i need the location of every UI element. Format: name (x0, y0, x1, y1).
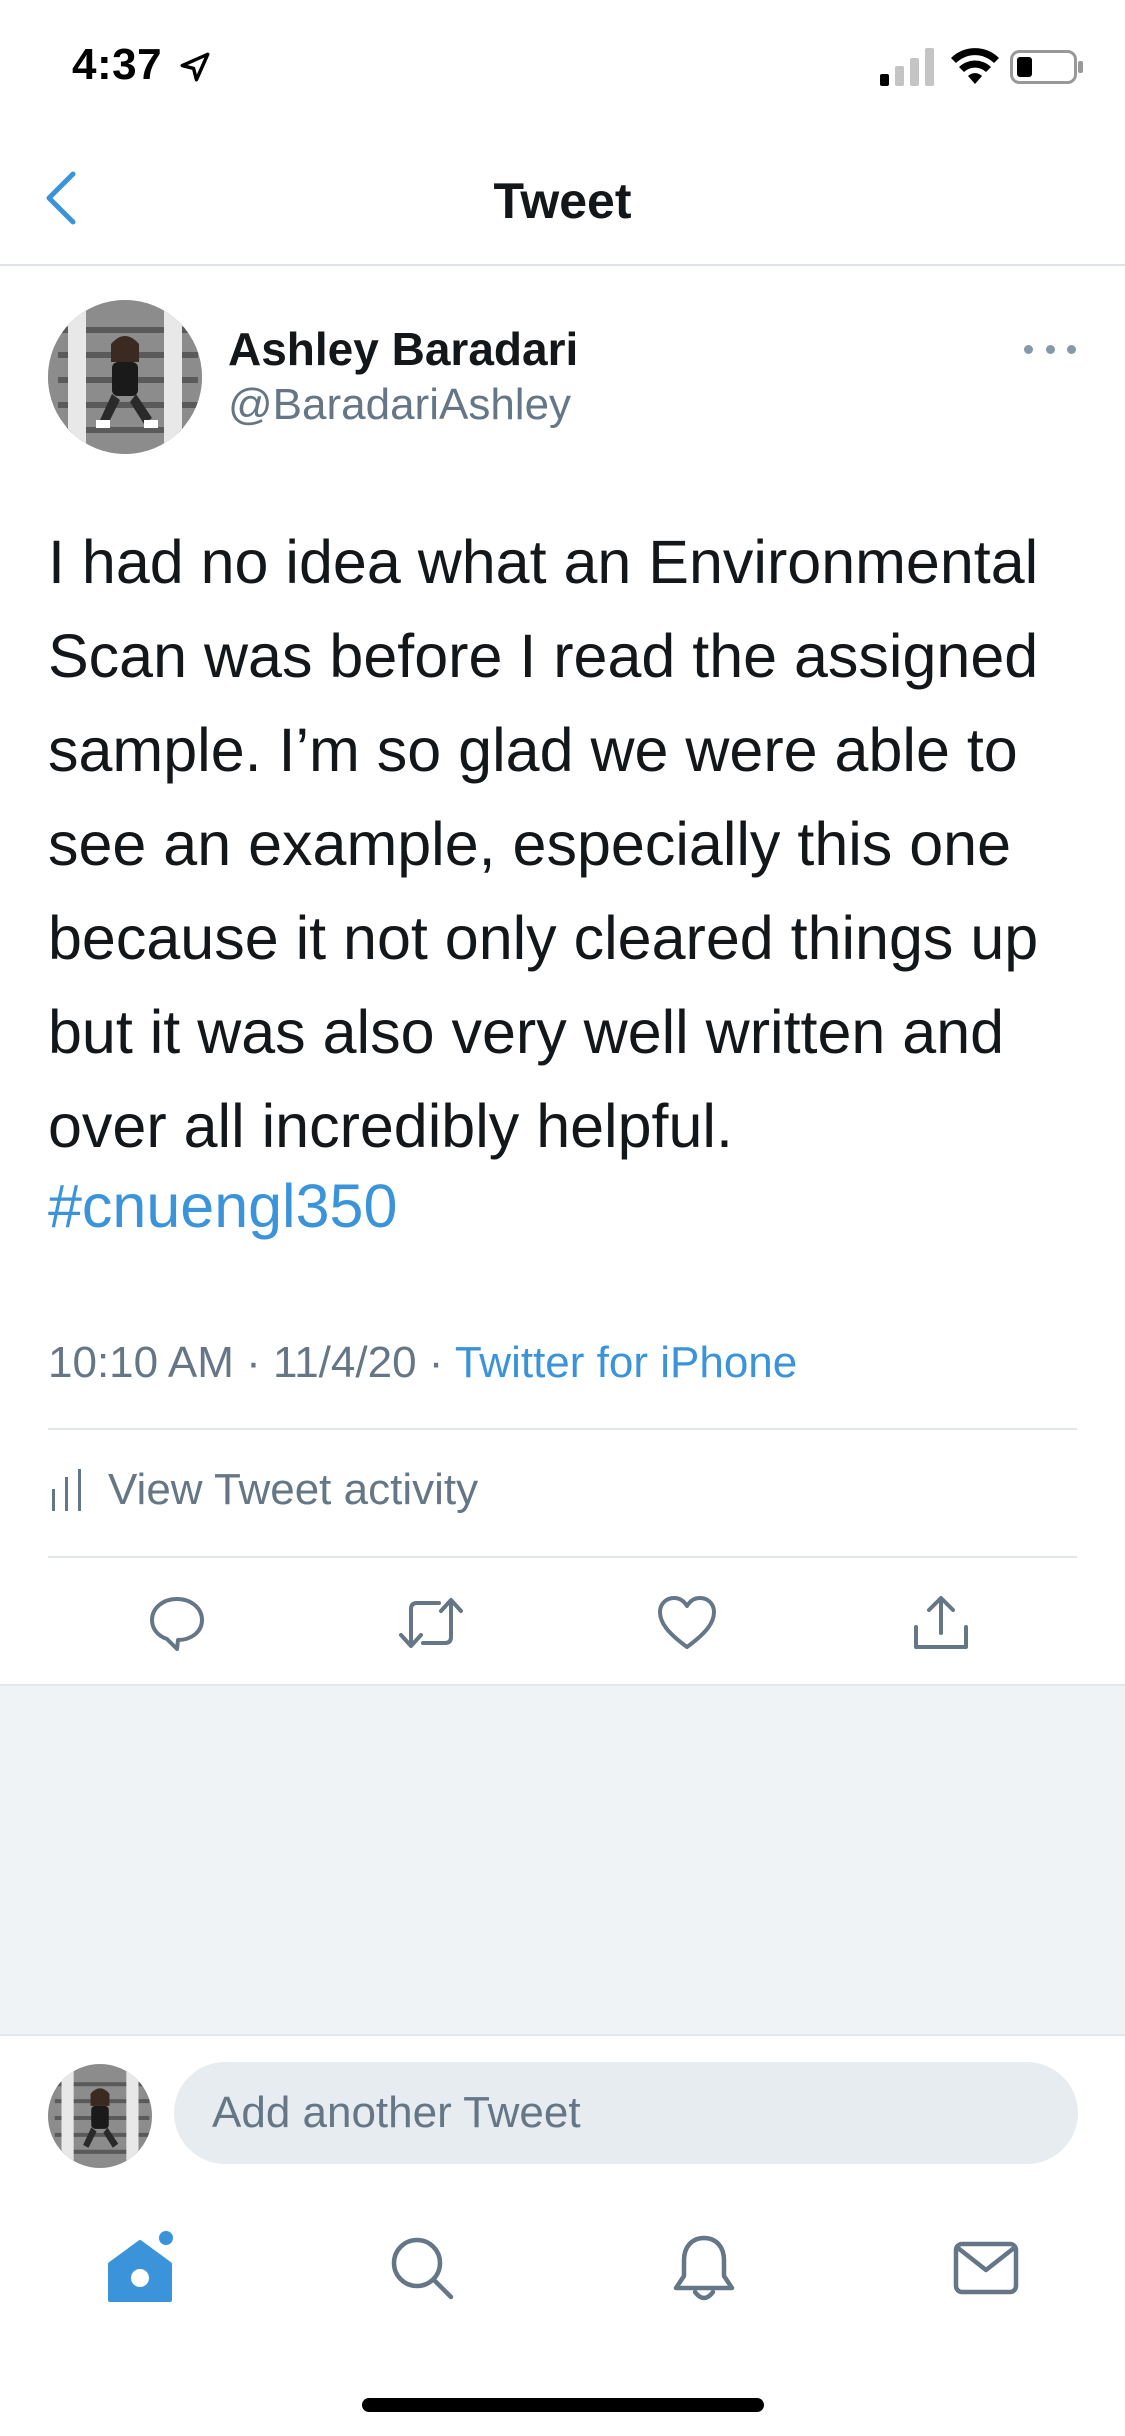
view-tweet-activity[interactable]: View Tweet activity (48, 1460, 478, 1520)
tweet-text: I had no idea what an Environmental Scan… (48, 528, 1039, 1160)
author-name[interactable]: Ashley Baradari (228, 322, 578, 376)
cellular-signal-icon (880, 48, 934, 86)
author-handle[interactable]: @BaradariAshley (228, 380, 571, 430)
location-arrow-icon (180, 52, 210, 82)
more-dot (1024, 344, 1033, 354)
more-dot (1045, 344, 1055, 354)
home-indicator[interactable] (362, 2398, 764, 2412)
more-options-button[interactable] (1024, 336, 1076, 362)
wifi-icon (951, 48, 999, 84)
tab-messages[interactable] (946, 2228, 1026, 2308)
avatar-photo (48, 300, 202, 454)
reply-input[interactable]: Add another Tweet (174, 2062, 1078, 2164)
reply-bar: Add another Tweet (0, 2036, 1125, 2198)
user-avatar[interactable] (48, 2064, 152, 2168)
activity-label: View Tweet activity (108, 1465, 479, 1514)
divider (48, 1556, 1077, 1558)
heart-icon (658, 1596, 716, 1649)
search-icon (391, 2237, 454, 2300)
tweet-source-link[interactable]: Twitter for iPhone (455, 1338, 797, 1387)
reply-button[interactable] (142, 1588, 212, 1658)
replies-area (0, 1684, 1125, 2036)
reply-icon (150, 1597, 204, 1651)
status-time: 4:37 (72, 40, 163, 89)
messages-icon (953, 2241, 1019, 2295)
battery-icon (1010, 50, 1083, 84)
hashtag-link[interactable]: #cnuengl350 (48, 1171, 397, 1241)
divider (48, 1428, 1077, 1430)
tab-notifications[interactable] (664, 2228, 744, 2308)
tweet-detail-screen: 4:37 Tweet Ashley Baradari @BaradariAshl… (0, 0, 1125, 2436)
notifications-icon (673, 2235, 735, 2301)
more-dot (1067, 344, 1076, 354)
retweet-icon (399, 1598, 463, 1648)
tab-home[interactable] (100, 2228, 180, 2308)
nav-header: Tweet (0, 132, 1125, 266)
page-title: Tweet (493, 173, 632, 229)
share-button[interactable] (906, 1588, 976, 1658)
tweet-timestamp: 10:10 AM · 11/4/20 · (48, 1338, 455, 1387)
tweet-actions (0, 1560, 1125, 1685)
avatar-photo (48, 2064, 152, 2168)
tab-search[interactable] (382, 2228, 462, 2308)
tweet-meta: 10:10 AM · 11/4/20 · Twitter for iPhone (48, 1338, 797, 1388)
home-icon (108, 2231, 173, 2302)
retweet-button[interactable] (396, 1588, 466, 1658)
analytics-icon (52, 1469, 81, 1511)
author-avatar[interactable] (48, 300, 202, 454)
share-icon (914, 1596, 968, 1649)
status-bar: 4:37 (0, 0, 1125, 132)
like-button[interactable] (652, 1588, 722, 1658)
